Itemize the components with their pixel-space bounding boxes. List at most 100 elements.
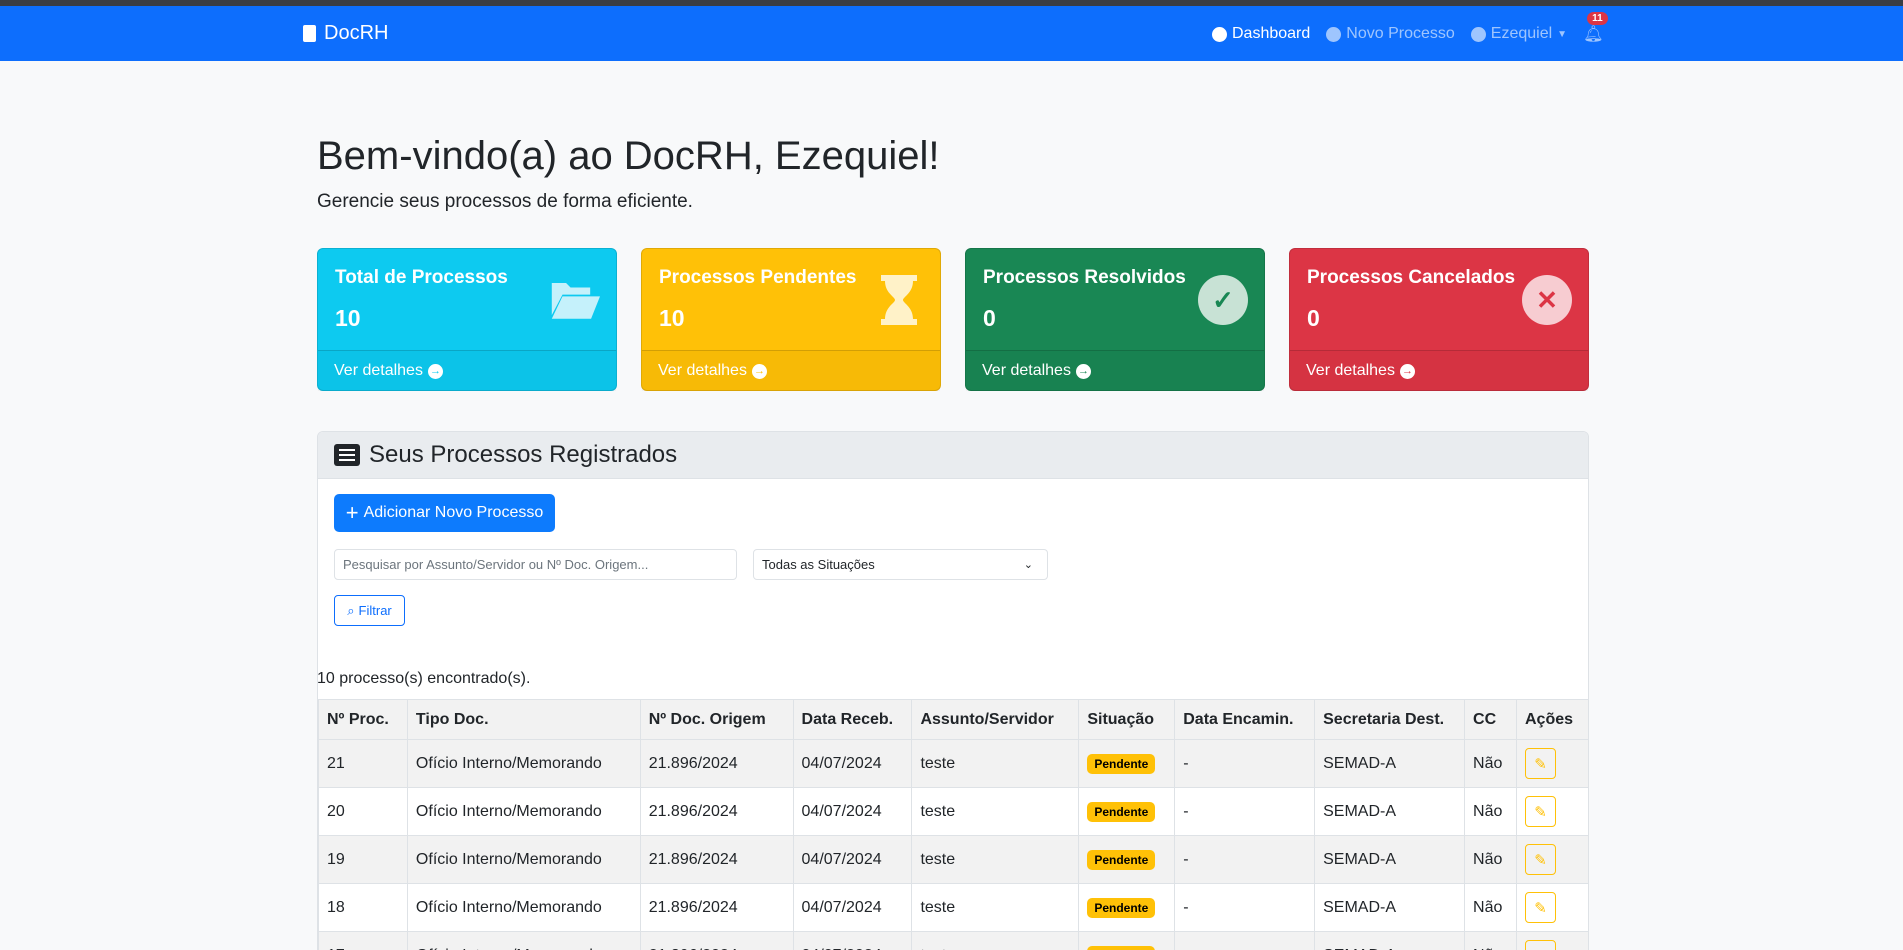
column-header: Situação (1078, 699, 1176, 740)
table-cell: Pendente (1078, 835, 1176, 884)
edit-button[interactable]: ✎ (1524, 844, 1556, 875)
brand-link[interactable]: DocRH (303, 22, 388, 45)
ver-detalhes-link[interactable]: Ver detalhes → (642, 350, 940, 391)
plus-circle-icon (1326, 26, 1342, 42)
ver-detalhes-link[interactable]: Ver detalhes → (966, 350, 1264, 391)
table-cell: - (1174, 739, 1316, 788)
chevron-down-icon: ⌄ (1023, 559, 1033, 571)
edit-button[interactable]: ✎ (1524, 892, 1556, 923)
button-label: Filtrar (358, 603, 392, 618)
table-cell: 04/07/2024 (792, 883, 913, 932)
edit-icon: ✎ (1534, 755, 1547, 773)
table-row: 20 Ofício Interno/Memorando 21.896/2024 04/… (318, 787, 1590, 836)
x-circle-icon: ✕ (1522, 275, 1572, 325)
table-cell: 21.896/2024 (639, 835, 794, 884)
column-header: Ações (1515, 699, 1590, 740)
status-select[interactable]: Todas as Situações ⌄ (753, 549, 1048, 580)
bell-icon: 🔔︎ (1583, 26, 1604, 43)
stat-card-pendentes: Processos Pendentes 10 Ver detalhes → (641, 248, 941, 391)
button-label: Adicionar Novo Processo (363, 504, 544, 521)
select-value: Todas as Situações (762, 557, 875, 572)
table-cell: SEMAD-A (1314, 931, 1466, 950)
file-icon (303, 25, 316, 42)
nav-dashboard[interactable]: Dashboard (1212, 25, 1310, 43)
notification-badge: 11 (1587, 12, 1608, 25)
stat-card-cancelados: Processos Cancelados 0 ✕ Ver detalhes → (1289, 248, 1589, 391)
ver-detalhes-link[interactable]: Ver detalhes → (1290, 350, 1588, 391)
table-cell: Ofício Interno/Memorando (406, 883, 641, 932)
nav-novo-processo[interactable]: Novo Processo (1326, 25, 1455, 43)
column-header: Data Receb. (792, 699, 913, 740)
panel-header: Seus Processos Registrados (318, 432, 1588, 479)
table-cell: Ofício Interno/Memorando (406, 787, 641, 836)
caret-down-icon: ▼ (1557, 28, 1568, 40)
link-label: Ver detalhes (1306, 362, 1395, 379)
table-cell: 21.896/2024 (639, 931, 794, 950)
table-cell: 17 (318, 931, 408, 950)
table-cell: - (1174, 931, 1316, 950)
arrow-right-icon: → (751, 363, 767, 379)
edit-button[interactable]: ✎ (1524, 940, 1556, 950)
stat-card-total: Total de Processos 10 Ver detalhes → (317, 248, 617, 391)
table-cell: Pendente (1078, 931, 1176, 950)
table-header-row: Nº Proc. Tipo Doc. Nº Doc. Origem Data Rece… (318, 699, 1590, 740)
table-cell: 21 (318, 739, 408, 788)
arrow-right-icon: → (1075, 363, 1091, 379)
table-cell: SEMAD-A (1314, 883, 1466, 932)
table-cell: teste (911, 835, 1080, 884)
add-process-button[interactable]: + Adicionar Novo Processo (334, 494, 555, 532)
edit-icon: ✎ (1534, 803, 1547, 821)
table-cell: 04/07/2024 (792, 787, 913, 836)
stat-value: 0 (1307, 305, 1320, 331)
table-cell: Pendente (1078, 787, 1176, 836)
column-header: Secretaria Dest. (1314, 699, 1466, 740)
search-input[interactable]: Pesquisar por Assunto/Servidor ou Nº Doc… (334, 549, 737, 580)
table-cell: - (1174, 883, 1316, 932)
edit-icon: ✎ (1534, 899, 1547, 917)
ver-detalhes-link[interactable]: Ver detalhes → (318, 350, 616, 391)
edit-icon: ✎ (1534, 947, 1547, 950)
page-title: Bem-vindo(a) ao DocRH, Ezequiel! (317, 134, 940, 178)
column-header: Data Encamin. (1174, 699, 1316, 740)
nav-label: Ezequiel (1490, 25, 1553, 42)
list-icon (334, 444, 360, 466)
actions-cell: ✎ (1515, 739, 1590, 788)
edit-button[interactable]: ✎ (1524, 796, 1556, 827)
brand-label: DocRH (324, 22, 389, 44)
navbar: DocRH Dashboard Novo Processo Ezequiel ▼ … (0, 6, 1903, 61)
table-cell: Pendente (1078, 739, 1176, 788)
table-cell: Ofício Interno/Memorando (406, 931, 641, 950)
table-cell: 19 (318, 835, 408, 884)
table-cell: - (1174, 787, 1316, 836)
stat-value: 10 (659, 305, 685, 331)
stat-card-resolvidos: Processos Resolvidos 0 ✓ Ver detalhes → (965, 248, 1265, 391)
table-row: 19 Ofício Interno/Memorando 21.896/2024 04/… (318, 835, 1590, 884)
table-row: 18 Ofício Interno/Memorando 21.896/2024 04/… (318, 883, 1590, 932)
table-row: 17Ofício Interno/Memorando21.896/202404/… (318, 931, 1590, 950)
notifications-bell[interactable]: 🔔︎ 11 (1583, 12, 1608, 44)
table-cell: SEMAD-A (1314, 739, 1466, 788)
table-cell: Não (1464, 787, 1517, 836)
table-cell: SEMAD-A (1314, 835, 1466, 884)
arrow-right-icon: → (1399, 363, 1415, 379)
search-placeholder: Pesquisar por Assunto/Servidor ou Nº Doc… (343, 557, 649, 572)
nav-label: Novo Processo (1346, 25, 1455, 42)
actions-cell: ✎ (1515, 931, 1590, 950)
check-circle-icon: ✓ (1198, 275, 1248, 325)
link-label: Ver detalhes (982, 362, 1071, 379)
hourglass-icon (874, 275, 924, 325)
stat-value: 0 (983, 305, 996, 331)
stat-title: Processos Pendentes (659, 267, 857, 288)
actions-cell: ✎ (1515, 835, 1590, 884)
processes-table: Nº Proc. Tipo Doc. Nº Doc. Origem Data Rece… (318, 699, 1590, 950)
table-cell: Não (1464, 835, 1517, 884)
user-circle-icon (1470, 26, 1486, 42)
column-header: Nº Doc. Origem (639, 699, 794, 740)
actions-cell: ✎ (1515, 883, 1590, 932)
table-cell: 21.896/2024 (639, 739, 794, 788)
edit-button[interactable]: ✎ (1524, 748, 1556, 779)
edit-icon: ✎ (1534, 851, 1547, 869)
nav-user-dropdown[interactable]: Ezequiel ▼ (1470, 25, 1568, 43)
filter-button[interactable]: ⌕ Filtrar (334, 595, 405, 626)
table-cell: 04/07/2024 (792, 739, 913, 788)
